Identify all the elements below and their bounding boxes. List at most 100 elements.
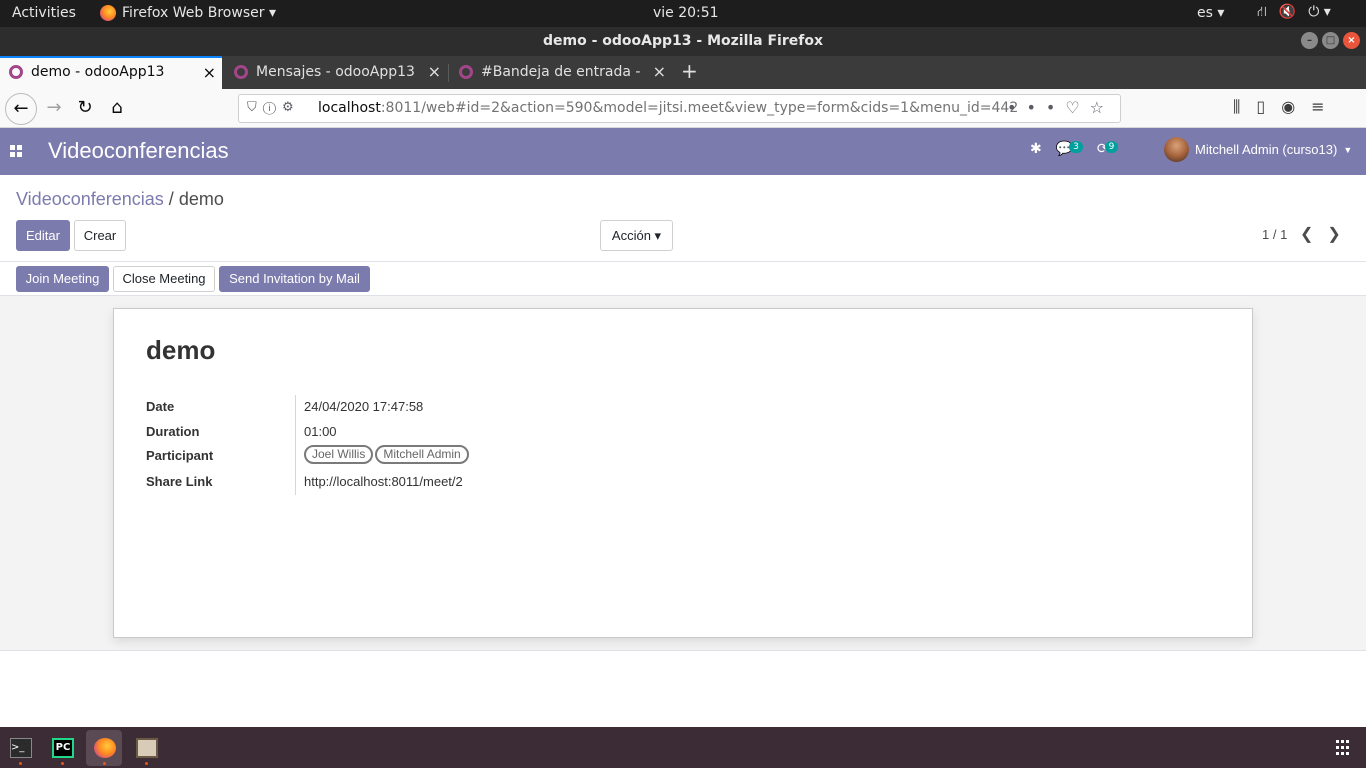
create-button[interactable]: Crear [74,220,126,251]
maximize-icon[interactable]: □ [1322,32,1339,49]
dock-terminal[interactable]: >_ [2,730,38,766]
messaging-menu[interactable]: 💬3 [1056,141,1083,157]
tab-separator [448,64,449,82]
running-indicator [61,762,64,765]
sidebar-icon[interactable]: ▯ [1256,97,1265,117]
chevron-left-icon[interactable]: ❮ [1300,224,1313,244]
close-tab-icon[interactable]: × [428,56,441,88]
running-indicator [19,762,22,765]
chevron-down-icon: ▼ [1343,144,1353,155]
field-value: http://localhost:8011/meet/2 [304,474,463,489]
bookmark-star-icon: ☆ [1089,98,1114,117]
odoo-main-navbar: Videoconferencias ✱ 💬3 ⟳9 Mitchell Admin… [0,128,1366,175]
pager-value[interactable]: 1 / 1 [1262,227,1287,242]
tab-demo[interactable]: demo - odooApp13 × [0,56,222,89]
pycharm-icon: PC [52,738,74,758]
running-indicator [145,762,148,765]
language-selector[interactable]: es ▾ [1197,5,1224,21]
url-bar[interactable]: ⛉ⓘ⚙ localhost:8011/web#id=2&action=590&m… [238,94,1121,123]
odoo-favicon-icon [234,65,248,79]
page-actions[interactable]: •••♡☆ [1007,98,1114,117]
participant-tag[interactable]: Mitchell Admin [375,445,469,464]
user-menu[interactable]: Mitchell Admin (curso13) ▼ [1164,137,1352,162]
app-menu[interactable]: Firefox Web Browser ▾ [100,5,276,21]
close-tab-icon[interactable]: × [653,56,666,88]
field-share-link: Share Link http://localhost:8011/meet/2 [146,470,846,495]
app-menu-label: Firefox Web Browser ▾ [122,5,276,21]
reload-icon[interactable]: ↻ [71,95,99,123]
field-label: Participant [146,448,214,463]
window-controls: – □ × [1301,32,1360,49]
gnome-top-bar: Activities Firefox Web Browser ▾ vie 20:… [0,0,1366,27]
activities-badge: 9 [1104,141,1119,153]
running-indicator [103,762,106,765]
field-label: Date [146,399,175,414]
field-label: Duration [146,424,200,439]
dock-firefox[interactable] [86,730,122,766]
field-label: Share Link [146,474,213,489]
page-blank-area [0,651,1366,727]
show-applications-icon[interactable] [1336,740,1352,756]
pager-arrows: ❮ ❯ [1300,224,1341,244]
archive-icon [136,738,158,758]
tab-bandeja[interactable]: #Bandeja de entrada - odooApp13 × [450,56,672,89]
activities-button[interactable]: Activities [12,5,76,21]
ubuntu-dock: >_ PC [0,727,1366,768]
firefox-icon [94,738,116,758]
system-tray[interactable]: ⛙ 🔇 ⏻ ▾ [1257,4,1331,22]
power-icon: ⏻ ▾ [1308,4,1331,20]
home-icon[interactable]: ⌂ [103,95,131,123]
library-icon[interactable]: ⫼ [1233,97,1240,117]
forward-icon[interactable]: → [40,95,68,123]
tab-label: #Bandeja de entrada - odooApp13 [481,64,643,80]
form-statusbar: Join Meeting Close Meeting Send Invitati… [0,262,1366,296]
close-tab-icon[interactable]: × [203,58,216,87]
field-value: 24/04/2020 17:47:58 [304,399,424,414]
record-title: demo [146,335,216,365]
account-icon[interactable]: ◉ [1281,97,1295,117]
volume-icon: 🔇 [1278,4,1297,20]
new-tab-icon[interactable]: + [681,59,698,83]
tab-strip: demo - odooApp13 × Mensajes - odooApp13 … [0,56,1366,89]
minimize-icon[interactable]: – [1301,32,1318,49]
participant-tags: Joel Willis Mitchell Admin [304,445,471,464]
url-text[interactable]: localhost:8011/web#id=2&action=590&model… [318,100,1018,116]
toolbar-right: ⫼ ▯ ◉ ≡ [1233,97,1325,117]
debug-bug-icon[interactable]: ✱ [1030,141,1042,157]
back-icon[interactable]: ← [5,93,37,125]
breadcrumb-separator: / [168,189,174,209]
tab-mensajes[interactable]: Mensajes - odooApp13 × [225,56,447,89]
window-title: demo - odooApp13 - Mozilla Firefox [543,33,823,49]
field-value: 01:00 [304,424,337,439]
join-meeting-button[interactable]: Join Meeting [16,266,109,292]
activity-menu[interactable]: ⟳9 [1097,141,1119,157]
dock-pycharm[interactable]: PC [44,730,80,766]
odoo-favicon-icon [9,65,23,79]
field-participant: Participant Joel Willis Mitchell Admin [146,444,846,469]
breadcrumb: Videoconferencias / demo [16,189,224,210]
participant-tag[interactable]: Joel Willis [304,445,374,464]
app-title[interactable]: Videoconferencias [48,138,229,164]
close-meeting-button[interactable]: Close Meeting [113,266,215,292]
network-icon: ⛙ [1257,4,1267,20]
dock-archive[interactable] [128,730,164,766]
menu-icon[interactable]: ≡ [1311,97,1324,117]
action-dropdown[interactable]: Acción ▾ [600,220,673,251]
apps-menu-icon[interactable] [10,145,22,157]
window-title-bar: demo - odooApp13 - Mozilla Firefox – □ × [0,27,1366,56]
close-icon[interactable]: × [1343,32,1360,49]
form-sheet: demo Date 24/04/2020 17:47:58 Duration 0… [113,308,1253,638]
user-name: Mitchell Admin (curso13) [1195,142,1338,157]
edit-button[interactable]: Editar [16,220,70,251]
site-info-icon[interactable]: ⛉ⓘ⚙ [247,100,300,115]
chevron-right-icon[interactable]: ❯ [1327,224,1340,244]
terminal-icon: >_ [10,738,32,758]
field-date: Date 24/04/2020 17:47:58 [146,395,846,420]
firefox-icon [100,5,116,21]
page-actions-icon: ••• [1007,98,1066,117]
form-view: demo Date 24/04/2020 17:47:58 Duration 0… [0,296,1366,651]
send-invitation-button[interactable]: Send Invitation by Mail [219,266,370,292]
clock[interactable]: vie 20:51 [653,5,719,21]
odoo-favicon-icon [459,65,473,79]
breadcrumb-parent[interactable]: Videoconferencias [16,189,164,209]
